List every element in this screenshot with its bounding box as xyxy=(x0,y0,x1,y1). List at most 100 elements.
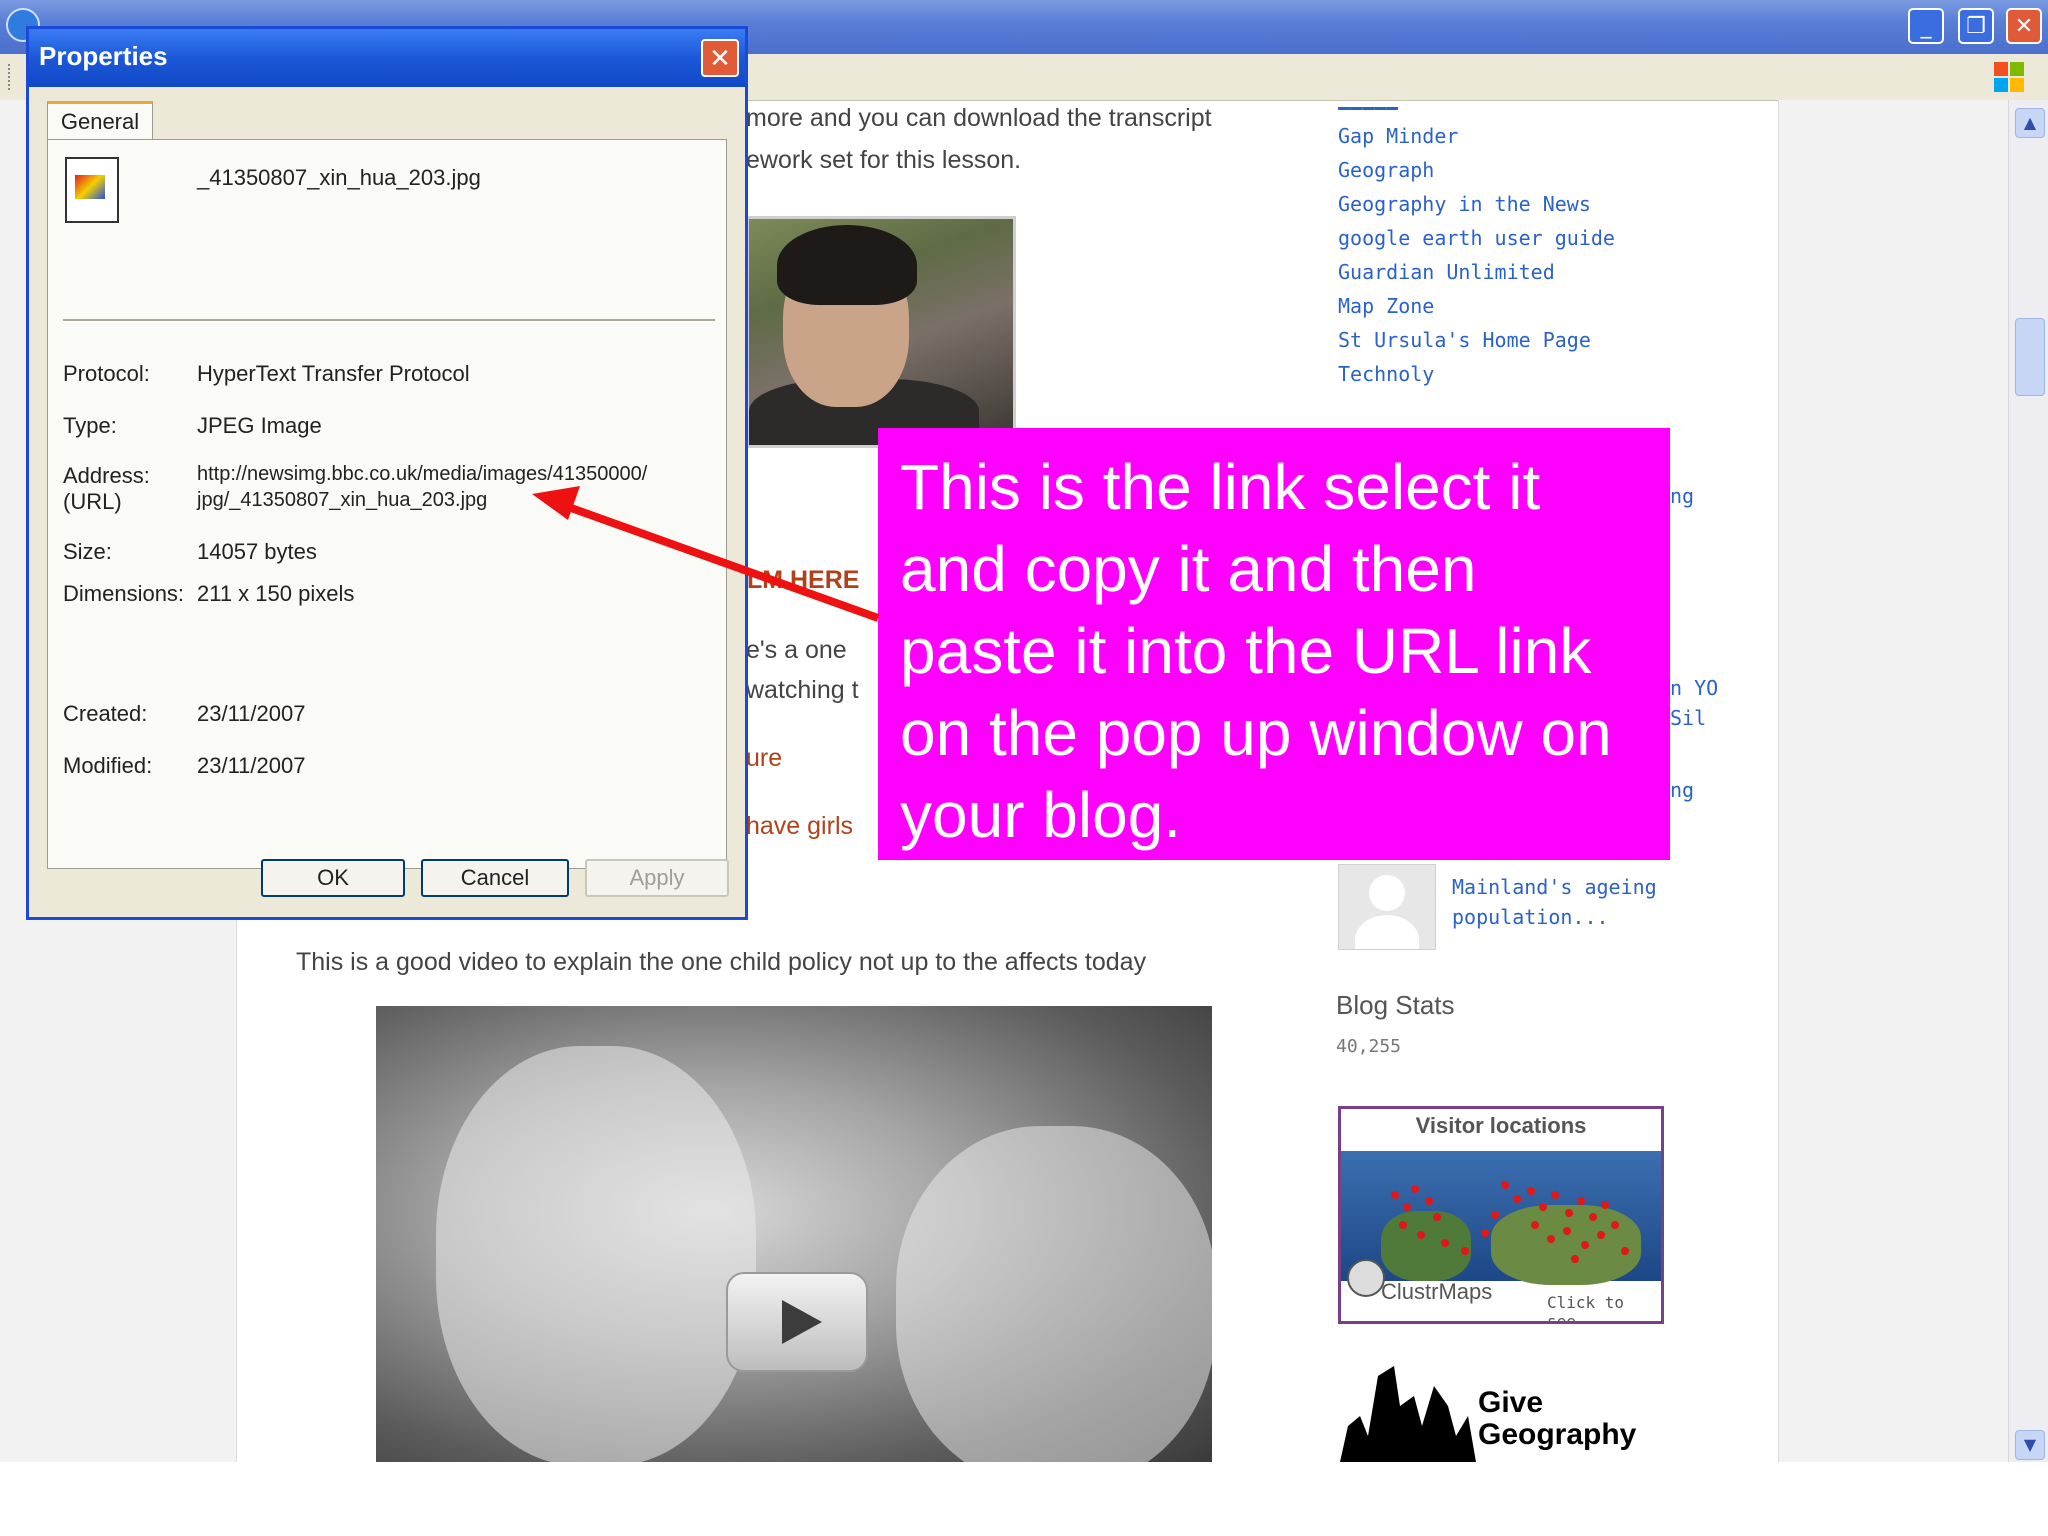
url-value[interactable]: jpg/_41350807_xin_hua_203.jpg xyxy=(197,489,487,512)
play-button[interactable] xyxy=(726,1272,868,1372)
dialog-close-button[interactable]: ✕ xyxy=(701,39,739,77)
clustrmaps-click[interactable]: Click to see xyxy=(1547,1293,1661,1321)
sidebar-link-technoly[interactable]: Technoly xyxy=(1338,362,1434,386)
modified-value: 23/11/2007 xyxy=(197,753,306,778)
sidebar-link-gap-minder[interactable]: Gap Minder xyxy=(1338,124,1458,148)
dimensions-label: Dimensions: xyxy=(63,581,185,606)
visitor-dot xyxy=(1547,1235,1555,1243)
page-right-gutter xyxy=(1778,100,2009,1462)
avatar-head-icon xyxy=(1369,875,1405,911)
close-window-button[interactable]: ✕ xyxy=(2006,8,2042,44)
visitor-dot xyxy=(1513,1195,1521,1203)
sidebar-link-geograph[interactable]: Geograph xyxy=(1338,158,1434,182)
visitor-dot xyxy=(1441,1239,1449,1247)
visitor-dot xyxy=(1491,1211,1499,1219)
cancel-button[interactable]: Cancel xyxy=(421,859,569,897)
vertical-scrollbar[interactable]: ▲ ▼ xyxy=(2008,100,2048,1462)
clustrmaps-title: Visitor locations xyxy=(1415,1113,1587,1138)
article-photo[interactable] xyxy=(746,216,1016,448)
visitor-dot xyxy=(1551,1191,1559,1199)
sidebar-link[interactable]: ▬▬▬▬▬ xyxy=(1338,96,1398,110)
visitor-dot xyxy=(1577,1197,1585,1205)
visitor-dot xyxy=(1527,1187,1535,1195)
photo-hair xyxy=(777,225,917,305)
scroll-up-icon[interactable]: ▲ xyxy=(2015,108,2045,138)
visitor-dot xyxy=(1425,1197,1433,1205)
tab-general[interactable]: General xyxy=(47,101,153,141)
address-label: Address: xyxy=(63,463,150,488)
visitor-dot xyxy=(1531,1221,1539,1229)
visitor-dot xyxy=(1601,1201,1609,1209)
sidebar-link-guardian[interactable]: Guardian Unlimited xyxy=(1338,260,1555,284)
dialog-title: Properties xyxy=(39,41,168,71)
sidebar-peek-text[interactable]: ng xyxy=(1670,484,1694,508)
article-text-line: more and you can download the transcript xyxy=(746,104,1212,132)
sidebar-link-google-earth[interactable]: google earth user guide xyxy=(1338,226,1615,250)
file-name: _41350807_xin_hua_203.jpg xyxy=(197,165,481,190)
scroll-down-icon[interactable]: ▼ xyxy=(2015,1430,2045,1460)
world-map xyxy=(1341,1151,1661,1285)
sidebar-link-map-zone[interactable]: Map Zone xyxy=(1338,294,1434,318)
type-label: Type: xyxy=(63,413,117,438)
dialog-title-bar[interactable]: Properties ✕ xyxy=(29,29,745,87)
visitor-dot xyxy=(1565,1209,1573,1217)
visitor-dot xyxy=(1403,1203,1411,1211)
apply-button[interactable]: Apply xyxy=(585,859,729,897)
article-link[interactable]: ure xyxy=(746,744,782,773)
visitor-dot xyxy=(1501,1181,1509,1189)
sidebar-link-st-ursulas[interactable]: St Ursula's Home Page xyxy=(1338,328,1591,352)
give-geography-bars-icon xyxy=(1340,1366,1476,1462)
visitor-dot xyxy=(1411,1185,1419,1193)
protocol-label: Protocol: xyxy=(63,361,150,386)
scrollbar-thumb[interactable] xyxy=(2015,318,2045,396)
sidebar-peek-text[interactable]: n YO xyxy=(1670,676,1718,700)
video-player[interactable] xyxy=(376,1006,1212,1462)
article-text-line: ework set for this lesson. xyxy=(746,146,1022,174)
visitor-dot xyxy=(1571,1255,1579,1263)
visitor-dot xyxy=(1539,1203,1547,1211)
give-geography-line1: Give xyxy=(1478,1386,1544,1419)
avatar-body-icon xyxy=(1355,915,1419,949)
clustrmaps-widget[interactable]: Visitor locations ClustrMaps Click to se… xyxy=(1338,1106,1664,1324)
article-snippet: watching t xyxy=(746,676,859,704)
type-value: JPEG Image xyxy=(197,413,322,438)
video-figure xyxy=(896,1126,1212,1462)
give-geography-line2: Geography xyxy=(1478,1418,1637,1451)
windows-logo-icon xyxy=(1992,60,2026,94)
visitor-dot xyxy=(1597,1231,1605,1239)
visitor-dot xyxy=(1461,1247,1469,1255)
protocol-value: HyperText Transfer Protocol xyxy=(197,361,470,386)
visitor-dot xyxy=(1563,1227,1571,1235)
film-heading[interactable]: ILM HERE xyxy=(740,566,859,595)
article-link[interactable]: have girls xyxy=(746,812,853,841)
blog-stats-title: Blog Stats xyxy=(1336,990,1455,1020)
dialog-separator xyxy=(63,319,715,322)
play-icon xyxy=(782,1300,822,1344)
image-thumbnail-icon xyxy=(75,175,105,199)
page-bottom xyxy=(0,1462,2048,1536)
sidebar-peek-text[interactable]: Sil xyxy=(1670,706,1706,730)
visitor-dot xyxy=(1581,1241,1589,1249)
sidebar-link-geography-news[interactable]: Geography in the News xyxy=(1338,192,1591,216)
size-label: Size: xyxy=(63,539,112,564)
video-figure xyxy=(436,1046,756,1462)
visitor-dot xyxy=(1417,1231,1425,1239)
minimize-button[interactable]: _ xyxy=(1908,8,1944,44)
avatar[interactable] xyxy=(1338,864,1436,950)
restore-button[interactable]: ❐ xyxy=(1958,8,1994,44)
blog-stats-value: 40,255 xyxy=(1336,1036,1402,1057)
ok-button[interactable]: OK xyxy=(261,859,405,897)
visitor-dot xyxy=(1589,1213,1597,1221)
address-value[interactable]: http://newsimg.bbc.co.uk/media/images/41… xyxy=(197,463,647,486)
visitor-dot xyxy=(1391,1191,1399,1199)
visitor-dot xyxy=(1621,1247,1629,1255)
instruction-callout: This is the link select it and copy it a… xyxy=(878,428,1670,860)
properties-dialog[interactable]: Properties ✕ General _41350807_xin_hua_2… xyxy=(26,26,748,920)
size-value: 14057 bytes xyxy=(197,539,317,564)
callout-text: This is the link select it and copy it a… xyxy=(900,451,1612,851)
created-value: 23/11/2007 xyxy=(197,701,306,726)
give-geography-logo[interactable]: Give Geography xyxy=(1338,1366,1638,1462)
recent-post-link[interactable]: Mainland's ageing population... xyxy=(1452,872,1702,932)
image-file-icon xyxy=(65,157,119,223)
sidebar-peek-text[interactable]: ng xyxy=(1670,778,1694,802)
